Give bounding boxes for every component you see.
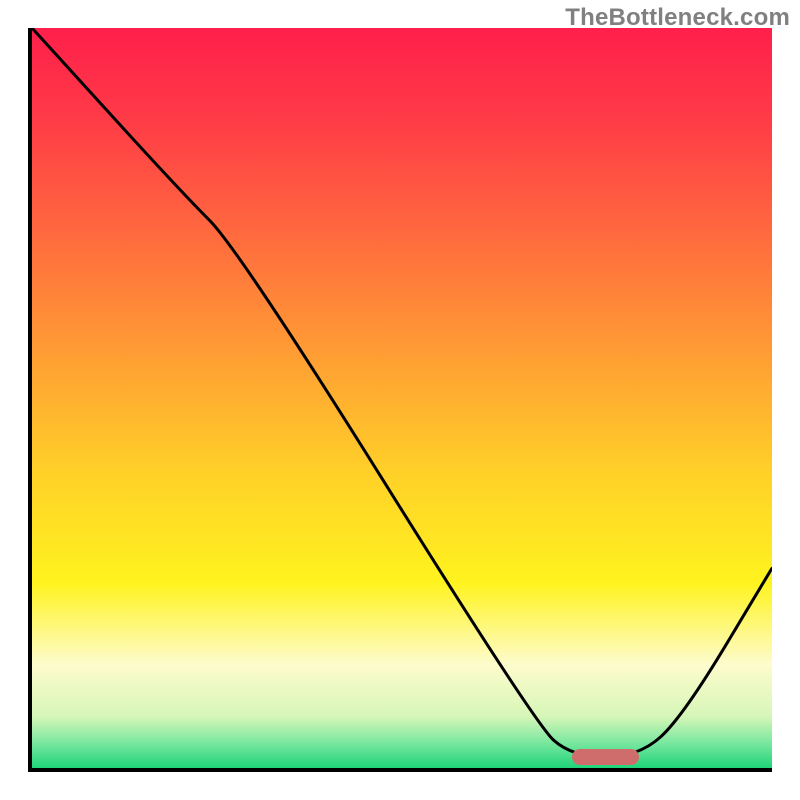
sweet-spot-marker (572, 749, 639, 765)
bottleneck-curve (32, 28, 772, 768)
chart-canvas: TheBottleneck.com (0, 0, 800, 800)
plot-area (28, 28, 772, 772)
watermark-text: TheBottleneck.com (565, 4, 790, 32)
